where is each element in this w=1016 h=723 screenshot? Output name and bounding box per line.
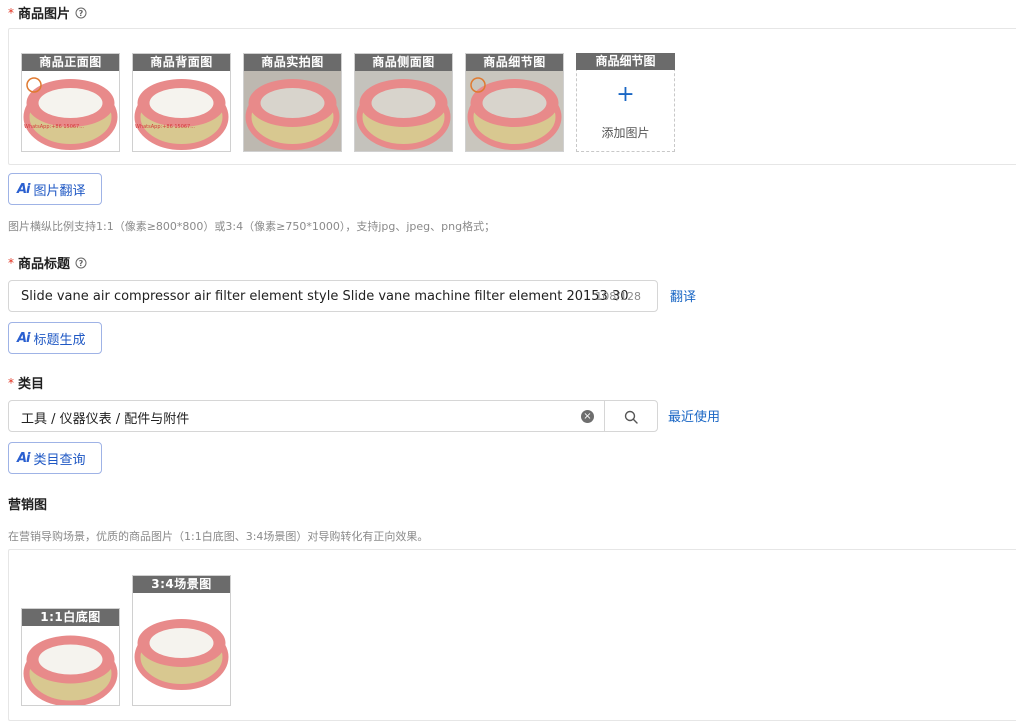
category-label: 类目 — [18, 377, 45, 392]
thumb-caption: 商品侧面图 — [355, 54, 452, 71]
marketing-thumb[interactable]: 1:1白底图 — [21, 608, 120, 706]
required-mark: * — [8, 375, 14, 390]
image-translate-label: 图片翻译 — [33, 183, 86, 199]
category-input[interactable]: 工具 / 仪器仪表 / 配件与附件 × — [8, 400, 605, 432]
category-query-button[interactable]: Ai 类目查询 — [8, 442, 102, 474]
title-label-row: * 商品标题 ? — [8, 253, 87, 272]
question-circle-icon[interactable]: ? — [75, 257, 87, 269]
question-circle-icon[interactable]: ? — [75, 7, 87, 19]
title-label: 商品标题 — [18, 257, 71, 272]
product-thumb[interactable]: 商品正面图 WhatsApp:+86 15067... — [21, 53, 120, 152]
thumb-caption: 商品实拍图 — [244, 54, 341, 71]
svg-text:?: ? — [79, 9, 84, 18]
thumb-caption: 1:1白底图 — [22, 609, 119, 626]
thumb-watermark: WhatsApp:+86 15067... — [135, 124, 196, 130]
product-thumb[interactable]: 商品侧面图 — [354, 53, 453, 152]
marketing-thumb[interactable]: 3:4场景图 — [132, 575, 231, 706]
category-search-button[interactable] — [604, 400, 658, 432]
title-char-counter: 108/128 — [595, 290, 641, 303]
image-translate-button[interactable]: Ai 图片翻译 — [8, 173, 102, 205]
required-mark: * — [8, 5, 14, 20]
title-input[interactable]: Slide vane air compressor air filter ele… — [8, 280, 658, 312]
product-thumb[interactable]: 商品背面图 WhatsApp:+86 15067... — [132, 53, 231, 152]
translate-link[interactable]: 翻译 — [670, 286, 696, 305]
required-mark: * — [8, 255, 14, 270]
clear-circle-icon[interactable]: × — [581, 410, 594, 423]
title-value: Slide vane air compressor air filter ele… — [21, 289, 629, 304]
category-label-row: * 类目 — [8, 373, 45, 393]
ai-icon: Ai — [17, 330, 30, 346]
svg-text:?: ? — [79, 259, 84, 268]
image-format-hint: 图片横纵比例支持1:1（像素≥800*800）或3:4（像素≥750*1000）… — [8, 220, 496, 233]
thumb-watermark: WhatsApp:+86 15067... — [24, 124, 85, 130]
add-image-tile[interactable]: 商品细节图 + 添加图片 — [576, 53, 675, 152]
add-image-text: 添加图片 — [601, 126, 650, 140]
category-value: 工具 / 仪器仪表 / 配件与附件 — [21, 412, 190, 427]
recent-used-link[interactable]: 最近使用 — [668, 406, 720, 425]
add-tile-caption: 商品细节图 — [576, 53, 675, 70]
marketing-label: 营销图 — [8, 498, 48, 513]
product-images-label: 商品图片 — [18, 7, 71, 22]
product-thumb[interactable]: 商品细节图 — [465, 53, 564, 152]
marketing-hint: 在营销导购场景，优质的商品图片（1:1白底图、3:4场景图）对导购转化有正向效果… — [8, 530, 429, 543]
thumb-caption: 3:4场景图 — [133, 576, 230, 593]
title-generate-label: 标题生成 — [33, 332, 86, 348]
ai-icon: Ai — [17, 450, 30, 466]
title-generate-button[interactable]: Ai 标题生成 — [8, 322, 102, 354]
search-icon — [624, 410, 638, 424]
product-images-label-row: * 商品图片 ? — [8, 3, 87, 22]
category-query-label: 类目查询 — [33, 452, 86, 468]
ai-icon: Ai — [17, 181, 30, 197]
thumb-caption: 商品正面图 — [22, 54, 119, 71]
product-thumb[interactable]: 商品实拍图 — [243, 53, 342, 152]
thumb-caption: 商品细节图 — [466, 54, 563, 71]
thumb-caption: 商品背面图 — [133, 54, 230, 71]
plus-icon: + — [616, 82, 635, 107]
